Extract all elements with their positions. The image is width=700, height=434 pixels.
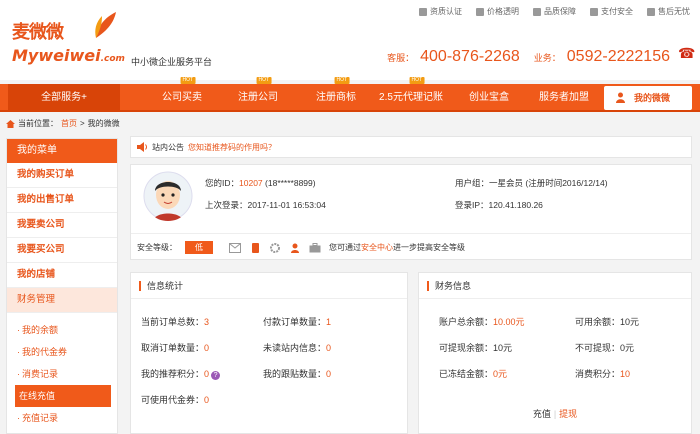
utility-certificate[interactable]: 资质认证: [419, 6, 462, 17]
nav-item-startup-box[interactable]: 创业宝盒: [460, 84, 518, 112]
site-slogan: 中小微企业服务平台: [131, 57, 213, 67]
security-level-badge: 低: [185, 241, 213, 254]
speaker-icon: [137, 142, 147, 152]
hotline-number-business: 0592-2222156: [566, 48, 670, 65]
thumb-up-icon: [647, 7, 655, 16]
site-notice: 站内公告 您知道推荐码的作用吗？: [130, 136, 692, 158]
sidebar-item-buy-company[interactable]: 我要买公司: [7, 238, 117, 263]
stats-card: 信息统计 当前订单总数：3 付款订单数量：1 取消订单数量：0 未读站内信息：0…: [130, 272, 408, 434]
hotline: 客服： 400-876-2268 业务： 0592-2222156: [387, 48, 670, 66]
hot-badge: HOT: [180, 77, 196, 84]
sidebar-group-finance[interactable]: 财务管理: [7, 288, 117, 313]
home-icon: [6, 119, 15, 128]
briefcase-icon[interactable]: [309, 242, 321, 253]
user-icon[interactable]: [289, 243, 301, 253]
withdraw-link[interactable]: 提现: [559, 409, 577, 419]
finance-points: 消费积分：10: [575, 369, 631, 379]
stat-vouchers: 可使用代金券：0: [141, 395, 210, 405]
hotline-label-service: 客服：: [387, 53, 415, 63]
utility-aftersale[interactable]: 售后无忧: [647, 6, 690, 17]
gear-icon[interactable]: [269, 242, 281, 253]
stat-follow-posts: 我的跟贴数量：0: [263, 369, 332, 379]
help-icon[interactable]: ?: [211, 371, 221, 380]
finance-card: 财务信息 账户总余额：10.00元 可用余额：10元 可提现余额：10元 不可提…: [418, 272, 692, 434]
nav-item-register-company[interactable]: 注册公司 HOT: [226, 77, 290, 112]
finance-frozen: 已冻结金额：0元: [439, 369, 508, 379]
card-icon: [590, 7, 598, 16]
breadcrumb-prefix: 当前位置：: [18, 119, 58, 128]
main-nav: 全部服务+ 公司买卖 HOT 注册公司 HOT 注册商标 HOT 2.5元代理记账 HO…: [0, 77, 700, 112]
sidebar-sub-consumption[interactable]: 消费记录: [7, 363, 117, 385]
hotline-number-service: 400-876-2268: [420, 48, 520, 65]
certificate-icon: [419, 7, 427, 16]
site-logo[interactable]: 麦微微 Myweiwei.com: [6, 6, 125, 70]
hot-badge: HOT: [409, 77, 425, 84]
finance-withdrawable: 可提现余额：10元: [439, 343, 513, 353]
nav-my-weiwei[interactable]: 我的微微: [604, 86, 692, 110]
hotline-label-business: 业务：: [533, 53, 561, 63]
sidebar-sub-online-recharge[interactable]: 在线充值: [15, 385, 111, 407]
security-tip: 您可通过安全中心进一步提高安全等级: [329, 243, 465, 252]
nav-item-company-trade[interactable]: 公司买卖 HOT: [150, 77, 214, 112]
utility-quality[interactable]: 品质保障: [533, 6, 576, 17]
avatar: [143, 171, 193, 221]
breadcrumb-separator: >: [80, 119, 85, 128]
user-icon: [616, 92, 625, 103]
profile-id: 您的ID：10207 (18*****8899): [205, 178, 316, 188]
divider: [131, 233, 691, 234]
security-label: 安全等级：: [137, 243, 177, 252]
stat-referral-points: 我的推荐积分：0?: [141, 367, 221, 380]
security-center-link[interactable]: 安全中心: [361, 243, 393, 252]
nav-item-register-trademark[interactable]: 注册商标 HOT: [304, 77, 368, 112]
mobile-icon[interactable]: [249, 242, 261, 253]
breadcrumb-home-link[interactable]: 首页: [61, 118, 77, 129]
email-icon[interactable]: [229, 242, 241, 253]
finance-available-balance: 可用余额：10元: [575, 317, 640, 327]
security-row: 安全等级： 低 您可通过安全中心进一步提高安全等级: [137, 241, 465, 254]
breadcrumb: 当前位置： 首页 > 我的微微: [6, 118, 120, 129]
stat-current-orders: 当前订单总数：3: [141, 317, 210, 327]
hot-badge: HOT: [334, 77, 350, 84]
hot-badge: HOT: [256, 77, 272, 84]
profile-login-ip: 登录IP：120.41.180.26: [455, 200, 543, 210]
logo-cn-text: 麦微微: [12, 22, 64, 43]
stat-cancelled-orders: 取消订单数量：0: [141, 343, 210, 353]
nav-item-bookkeeping[interactable]: 2.5元代理记账 HOT: [374, 77, 448, 112]
profile-panel: 您的ID：10207 (18*****8899) 上次登录：2017-11-01…: [130, 164, 692, 260]
breadcrumb-current: 我的微微: [87, 119, 120, 128]
stats-card-title: 信息统计: [131, 273, 407, 299]
notice-message-link[interactable]: 您知道推荐码的作用吗？: [188, 142, 276, 153]
utility-bar: 资质认证 价格透明 品质保障 支付安全 售后无忧: [419, 6, 690, 17]
logo-en-text: Myweiwei.com: [12, 46, 125, 65]
sidebar-item-sell-company[interactable]: 我要卖公司: [7, 213, 117, 238]
sidebar-menu: 我的菜单 我的购买订单 我的出售订单 我要卖公司 我要买公司 我的店铺 财务管理…: [6, 138, 118, 434]
sidebar-item-sell-orders[interactable]: 我的出售订单: [7, 188, 117, 213]
finance-actions: 充值 | 提现: [532, 409, 578, 419]
sidebar-item-my-store[interactable]: 我的店铺: [7, 263, 117, 288]
price-tag-icon: [476, 7, 484, 16]
phone-icon: ☎: [678, 45, 696, 61]
stat-unread-messages: 未读站内信息：0: [263, 343, 332, 353]
utility-payment[interactable]: 支付安全: [590, 6, 633, 17]
profile-user-group: 用户组：一星会员 (注册时间2016/12/14): [455, 178, 608, 188]
finance-non-withdrawable: 不可提现：0元: [575, 343, 635, 353]
shield-icon: [533, 7, 541, 16]
sidebar-title: 我的菜单: [7, 139, 117, 163]
sidebar-sub-vouchers[interactable]: 我的代金券: [7, 341, 117, 363]
recharge-link[interactable]: 充值: [533, 409, 551, 419]
sidebar-sub-balance[interactable]: 我的余额: [7, 319, 117, 341]
sidebar-sub-recharge-records[interactable]: 充值记录: [7, 407, 117, 429]
finance-total-balance: 账户总余额：10.00元: [439, 317, 525, 327]
site-header: 麦微微 Myweiwei.com 中小微企业服务平台 资质认证 价格透明 品质保…: [0, 0, 700, 80]
notice-title: 站内公告: [152, 142, 184, 152]
finance-card-title: 财务信息: [419, 273, 691, 299]
nav-item-provider-join[interactable]: 服务者加盟: [532, 84, 596, 112]
stat-paid-orders: 付款订单数量：1: [263, 317, 332, 327]
leaf-logo-icon: [95, 12, 116, 38]
utility-price[interactable]: 价格透明: [476, 6, 519, 17]
profile-last-login: 上次登录：2017-11-01 16:53:04: [205, 200, 326, 210]
sidebar-item-buy-orders[interactable]: 我的购买订单: [7, 163, 117, 188]
nav-all-services[interactable]: 全部服务+: [8, 84, 120, 112]
